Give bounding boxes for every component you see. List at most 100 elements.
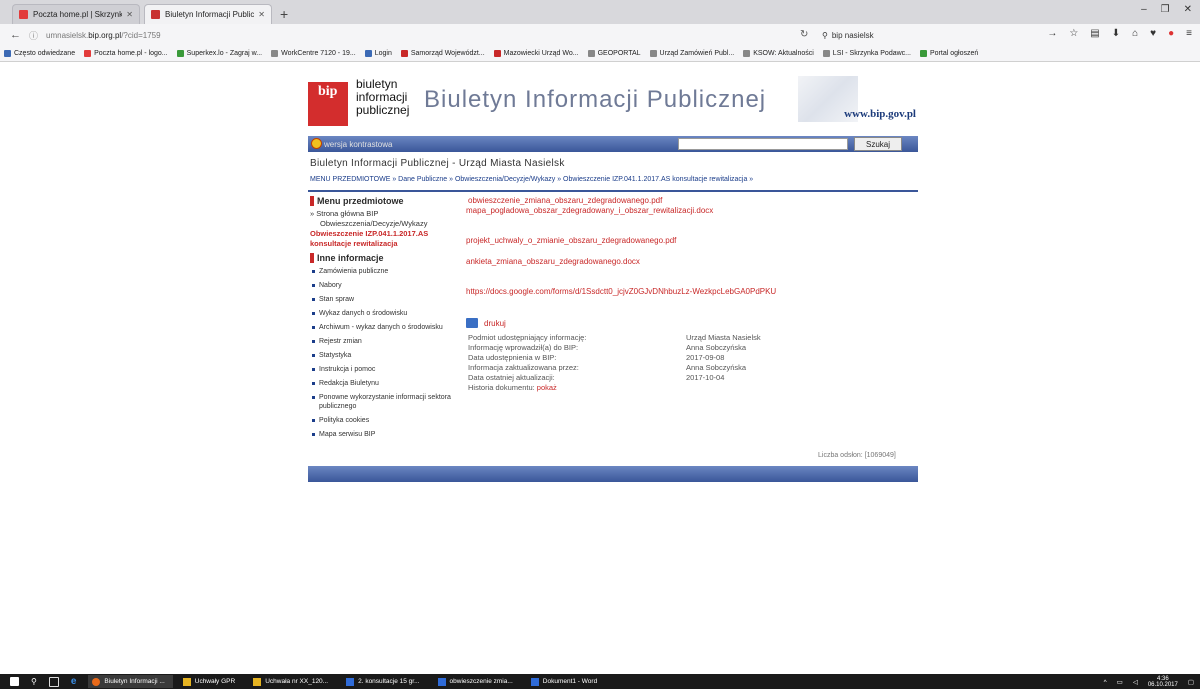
address-bar[interactable]: umnasielsk.bip.org.pl/?cid=1759 — [46, 31, 161, 40]
sidebar-item[interactable]: Nabory — [310, 281, 458, 290]
sidebar-item-obwieszczenia[interactable]: Obwieszczenia/Decyzje/Wykazy — [310, 219, 458, 229]
form-link[interactable]: https://docs.google.com/forms/d/1Ssdctt0… — [466, 287, 776, 296]
file-link[interactable]: mapa_pogladowa_obszar_zdegradowany_i_obs… — [466, 206, 713, 215]
taskbar-item[interactable]: Uchwała nr XX_120... — [249, 675, 336, 688]
sidebar-item[interactable]: Wykaz danych o środowisku — [310, 309, 458, 318]
contrast-link[interactable]: wersja kontrastowa — [324, 140, 392, 149]
addon-icon[interactable]: ● — [1168, 28, 1174, 39]
meta-value: Urząd Miasta Nasielsk — [686, 333, 761, 342]
chevron-up-icon[interactable]: ^ — [1104, 679, 1107, 686]
taskbar-item[interactable]: obwieszczenie zmia... — [434, 675, 521, 688]
search-button[interactable]: Szukaj — [854, 137, 902, 151]
sidebar-item[interactable]: Stan spraw — [310, 295, 458, 304]
meta-key: Informacja zaktualizowana przez: — [468, 363, 579, 372]
sidebar-item[interactable]: Redakcja Biuletynu — [310, 379, 458, 388]
search-icon[interactable]: ⚲ — [31, 677, 37, 686]
bullet-icon — [312, 284, 315, 287]
bookmark-item[interactable]: Urząd Zamówień Publ... — [649, 50, 734, 57]
sidebar-item-home[interactable]: » Strona główna BIP — [310, 209, 458, 219]
sidebar-item-current-cont[interactable]: konsultacje rewitalizacja — [310, 239, 458, 249]
bullet-icon — [312, 382, 315, 385]
minimize-icon[interactable]: – — [1141, 4, 1147, 15]
bookmark-item[interactable]: Mazowiecki Urząd Wo... — [493, 50, 579, 57]
tab-poczta[interactable]: Poczta home.pl | Skrzynka o ✕ — [12, 4, 140, 24]
breadcrumb[interactable]: MENU PRZEDMIOTOWE » Dane Publiczne » Obw… — [310, 176, 753, 183]
contrast-icon[interactable] — [311, 138, 322, 149]
bip-gov-link[interactable]: www.bip.gov.pl — [844, 108, 916, 120]
bookmark-item[interactable]: Login — [364, 50, 392, 57]
print-link[interactable]: drukuj — [466, 318, 506, 328]
pocket-icon[interactable]: ♥ — [1150, 28, 1156, 39]
file-link[interactable]: projekt_uchwaly_o_zmianie_obszaru_zdegra… — [466, 236, 676, 245]
sidebar-item-label: Instrukcja i pomoc — [319, 366, 376, 373]
bip-logo[interactable]: bip biuletyn informacji publicznej — [308, 74, 414, 130]
bookmark-item[interactable]: WorkCentre 7120 - 19... — [271, 50, 356, 57]
bookmark-item[interactable]: Superkex.lo - Zagraj w... — [176, 50, 262, 57]
windows-start-icon[interactable] — [10, 677, 19, 686]
library-icon[interactable]: ▤ — [1090, 28, 1099, 39]
site-search-input[interactable] — [678, 138, 848, 150]
edge-icon[interactable]: e — [71, 676, 77, 687]
sidebar-item[interactable]: Statystyka — [310, 351, 458, 360]
bookmark-label: Login — [374, 50, 392, 57]
network-icon[interactable]: ▭ — [1117, 678, 1123, 686]
bullet-icon — [312, 326, 315, 329]
download-icon[interactable]: ⬇ — [1112, 28, 1120, 39]
sidebar-item[interactable]: Ponowne wykorzystanie informacji sektora… — [310, 393, 458, 411]
volume-icon[interactable]: ◁ — [1133, 678, 1138, 686]
sidebar-item[interactable]: Rejestr zmian — [310, 337, 458, 346]
home-icon[interactable]: ⌂ — [1132, 28, 1138, 39]
file-link[interactable]: obwieszczenie_zmiana_obszaru_zdegradowan… — [468, 196, 662, 205]
sidebar-item[interactable]: Zamówienia publiczne — [310, 267, 458, 276]
taskbar-item[interactable]: Dokument1 - Word — [527, 675, 605, 688]
forward-arrow-icon[interactable]: → — [1047, 28, 1057, 39]
new-tab-button[interactable]: + — [280, 6, 288, 22]
tab-close-icon[interactable]: ✕ — [126, 10, 133, 19]
taskbar-item[interactable]: Biuletyn Informacji ... — [88, 675, 173, 688]
clock[interactable]: 4:36 06.10.2017 — [1148, 676, 1178, 688]
bookmark-item[interactable]: Często odwiedzane — [4, 50, 75, 57]
bookmark-item[interactable]: KSOW: Aktualności — [743, 50, 814, 57]
footer-bar — [308, 466, 918, 482]
url-host: umnasielsk. — [46, 30, 89, 40]
file-link[interactable]: ankieta_zmiana_obszaru_zdegradowanego.do… — [466, 257, 640, 266]
browser-search-box[interactable]: ⚲ bip nasielsk — [822, 27, 1022, 43]
bookmark-item[interactable]: LSI - Skrzynka Podawc... — [822, 50, 911, 57]
bookmark-item[interactable]: GEOPORTAL — [587, 50, 641, 57]
meta-row: Podmiot udostępniający informację: Urząd … — [468, 333, 761, 343]
top-blue-bar: wersja kontrastowa Szukaj — [308, 136, 918, 152]
meta-row: Informację wprowadził(a) do BIP: Anna Sob… — [468, 343, 761, 353]
taskbar-item[interactable]: Uchwały GPR — [179, 675, 243, 688]
sidebar-item[interactable]: Polityka cookies — [310, 416, 458, 425]
restore-icon[interactable]: ❐ — [1161, 4, 1170, 15]
sidebar-item[interactable]: Mapa serwisu BIP — [310, 430, 458, 439]
info-heading: Inne informacje — [310, 253, 458, 263]
sidebar-item-label: Ponowne wykorzystanie informacji sektora… — [319, 394, 451, 410]
bookmark-item[interactable]: Poczta home.pl - logo... — [84, 50, 168, 57]
sidebar-item[interactable]: Archiwum - wykaz danych o środowisku — [310, 323, 458, 332]
reload-icon[interactable]: ↻ — [800, 29, 808, 40]
bookmark-label: KSOW: Aktualności — [753, 50, 814, 57]
sidebar-item-current[interactable]: Obwieszczenie IZP.041.1.2017.AS — [310, 229, 458, 239]
bullet-icon — [312, 433, 315, 436]
info-icon[interactable]: ⓘ — [29, 29, 38, 42]
notifications-icon[interactable]: ▢ — [1188, 678, 1194, 686]
menu-icon[interactable]: ≡ — [1186, 28, 1192, 39]
bookmark-star-icon[interactable]: ☆ — [1069, 28, 1078, 39]
task-view-icon[interactable] — [48, 676, 59, 687]
bip-logo-description: biuletyn informacji publicznej — [356, 78, 409, 117]
bullet-icon — [312, 354, 315, 357]
bookmark-label: Samorząd Województ... — [410, 50, 485, 57]
taskbar-item[interactable]: 2. konsultacje 15 gr... — [342, 675, 427, 688]
taskbar-item-label: 2. konsultacje 15 gr... — [358, 678, 420, 685]
sidebar-item[interactable]: Instrukcja i pomoc — [310, 365, 458, 374]
bookmark-label: Często odwiedzane — [14, 50, 76, 57]
bookmark-item[interactable]: Portal ogłoszeń — [920, 50, 978, 57]
close-window-icon[interactable]: ✕ — [1184, 4, 1192, 15]
tab-bip[interactable]: Biuletyn Informacji Publiczn ✕ — [144, 4, 272, 24]
bookmark-icon — [400, 50, 408, 57]
history-link[interactable]: pokaż — [537, 383, 557, 393]
bookmark-item[interactable]: Samorząd Województ... — [400, 50, 485, 57]
tab-close-icon[interactable]: ✕ — [258, 10, 265, 19]
back-arrow-icon[interactable]: ← — [10, 29, 21, 41]
